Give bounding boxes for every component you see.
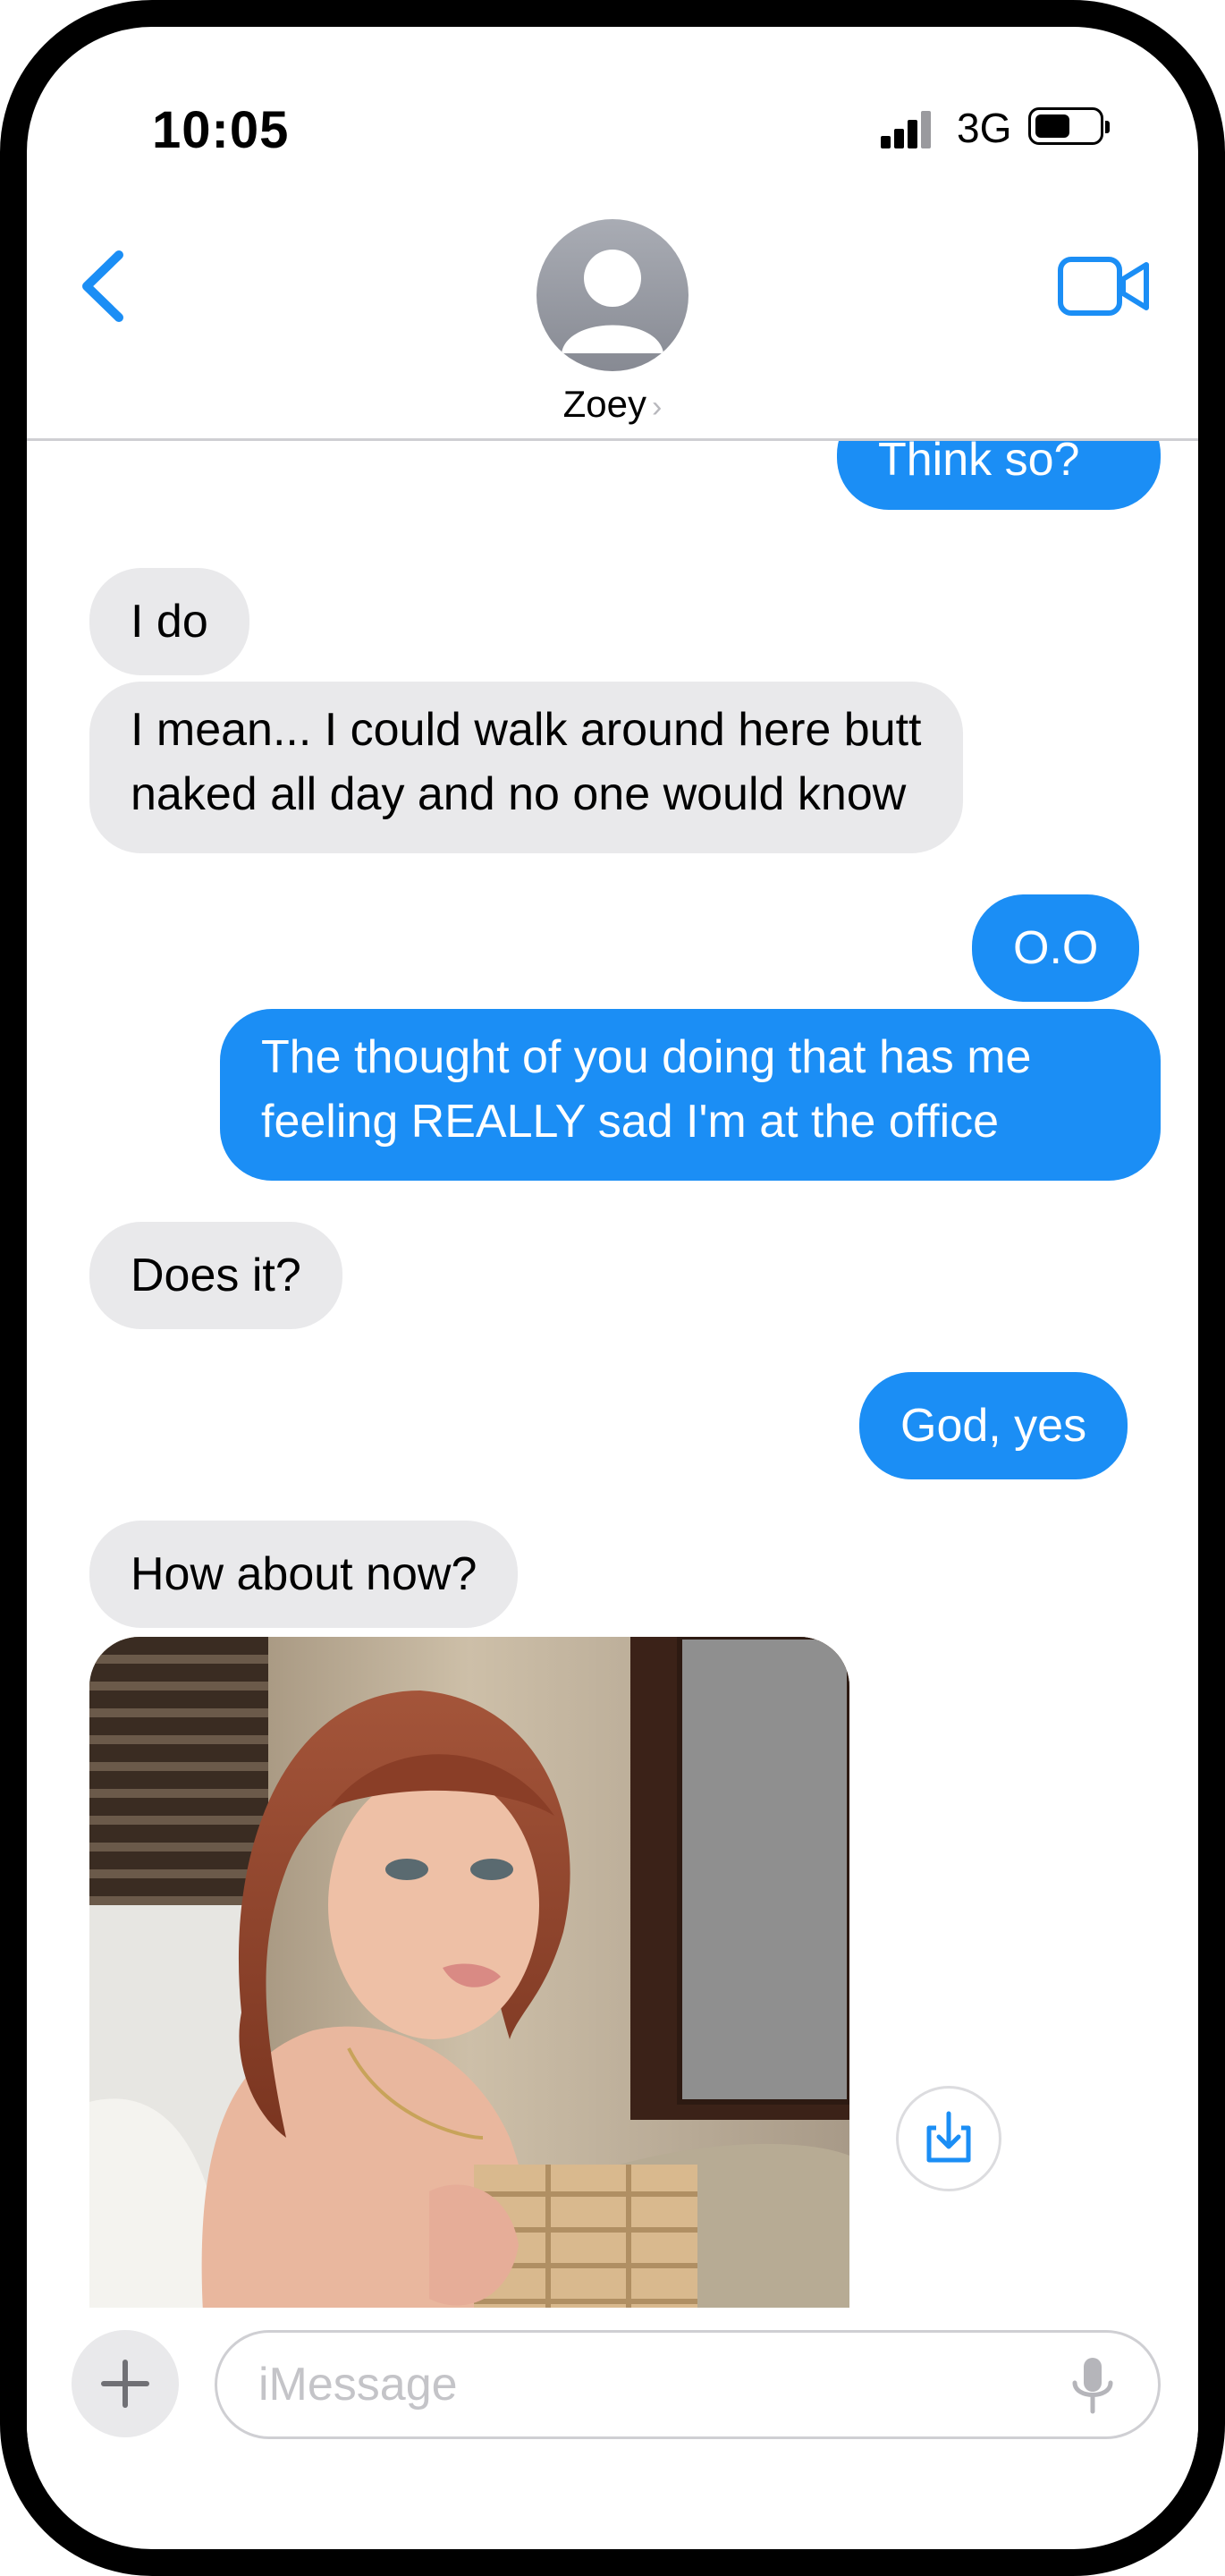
plus-icon xyxy=(101,2360,149,2408)
message-bubble-received[interactable]: How about now? xyxy=(89,1521,519,1628)
conversation-header: Zoey › xyxy=(27,188,1198,441)
contact-name: Zoey xyxy=(562,383,647,425)
message-composer xyxy=(27,2308,1198,2451)
video-camera-icon[interactable] xyxy=(1055,250,1153,322)
battery-icon xyxy=(1028,107,1110,145)
message-thread[interactable]: Think so? I do I mean... I could walk ar… xyxy=(27,438,1198,2334)
message-bubble-received[interactable]: I do xyxy=(89,568,249,675)
status-time: 10:05 xyxy=(152,101,290,159)
avatar[interactable] xyxy=(536,219,689,371)
person-icon xyxy=(562,250,663,353)
message-bubble-received[interactable]: Does it? xyxy=(89,1222,342,1329)
network-type: 3G xyxy=(957,105,1012,151)
photo-attachment[interactable] xyxy=(89,1637,849,2334)
status-bar: 10:05 3G xyxy=(27,27,1198,188)
photo-image xyxy=(89,1637,849,2334)
contact-name-button[interactable]: Zoey › xyxy=(27,383,1198,426)
signal-icon xyxy=(881,109,934,148)
microphone-icon[interactable] xyxy=(1066,2354,1119,2417)
chevron-right-icon: › xyxy=(652,390,663,424)
download-icon xyxy=(926,2111,971,2163)
message-bubble-sent[interactable]: God, yes xyxy=(859,1372,1128,1479)
message-bubble-sent[interactable]: O.O xyxy=(972,894,1140,1002)
chevron-left-icon[interactable] xyxy=(67,237,139,335)
apps-button[interactable] xyxy=(72,2330,179,2437)
message-bubble-sent[interactable]: The thought of you doing that has me fee… xyxy=(220,1009,1161,1181)
save-photo-button[interactable] xyxy=(896,2086,1001,2191)
phone-frame: 10:05 3G Zoey › Think so? I do I mean...… xyxy=(0,0,1225,2576)
message-bubble-sent[interactable]: Think so? xyxy=(837,438,1161,510)
message-bubble-received[interactable]: I mean... I could walk around here butt … xyxy=(89,682,963,853)
message-input[interactable] xyxy=(215,2330,1161,2439)
